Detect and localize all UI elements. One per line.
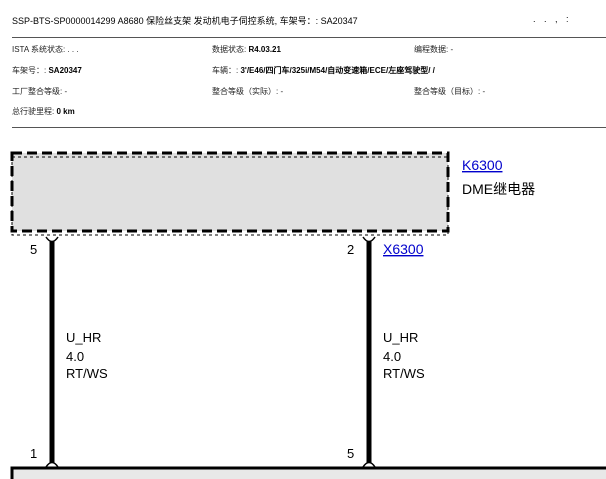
wire-2-top-connector-icon: [362, 236, 376, 243]
wire-1-bottom-connector-icon: [45, 461, 59, 468]
wire-1-top-connector-icon: [45, 236, 59, 243]
wire-2-pin-top: 2: [347, 242, 354, 257]
component-k6300-box: [10, 151, 450, 233]
component-id-link[interactable]: K6300: [462, 157, 503, 173]
wire-2-signal: U_HR: [383, 330, 418, 345]
wire-2-pin-bottom: 5: [347, 446, 354, 461]
wire-2-color-code: RT/WS: [383, 366, 425, 381]
wiring-diagram: K6300 DME继电器 X6300 5 1 U_HR 4.0 RT/WS 2 …: [10, 151, 606, 479]
lower-component-box: [10, 466, 606, 479]
component-name: DME继电器: [462, 181, 535, 197]
wire-1-pin-top: 5: [30, 242, 37, 257]
connector-id-link[interactable]: X6300: [383, 241, 424, 257]
wire-2-gauge: 4.0: [383, 349, 401, 364]
wire-1-pin-bottom: 1: [30, 446, 37, 461]
wire-2-bottom-connector-icon: [362, 461, 376, 468]
wire-1-signal: U_HR: [66, 330, 101, 345]
wire-1-gauge: 4.0: [66, 349, 84, 364]
wire-1-color-code: RT/WS: [66, 366, 108, 381]
